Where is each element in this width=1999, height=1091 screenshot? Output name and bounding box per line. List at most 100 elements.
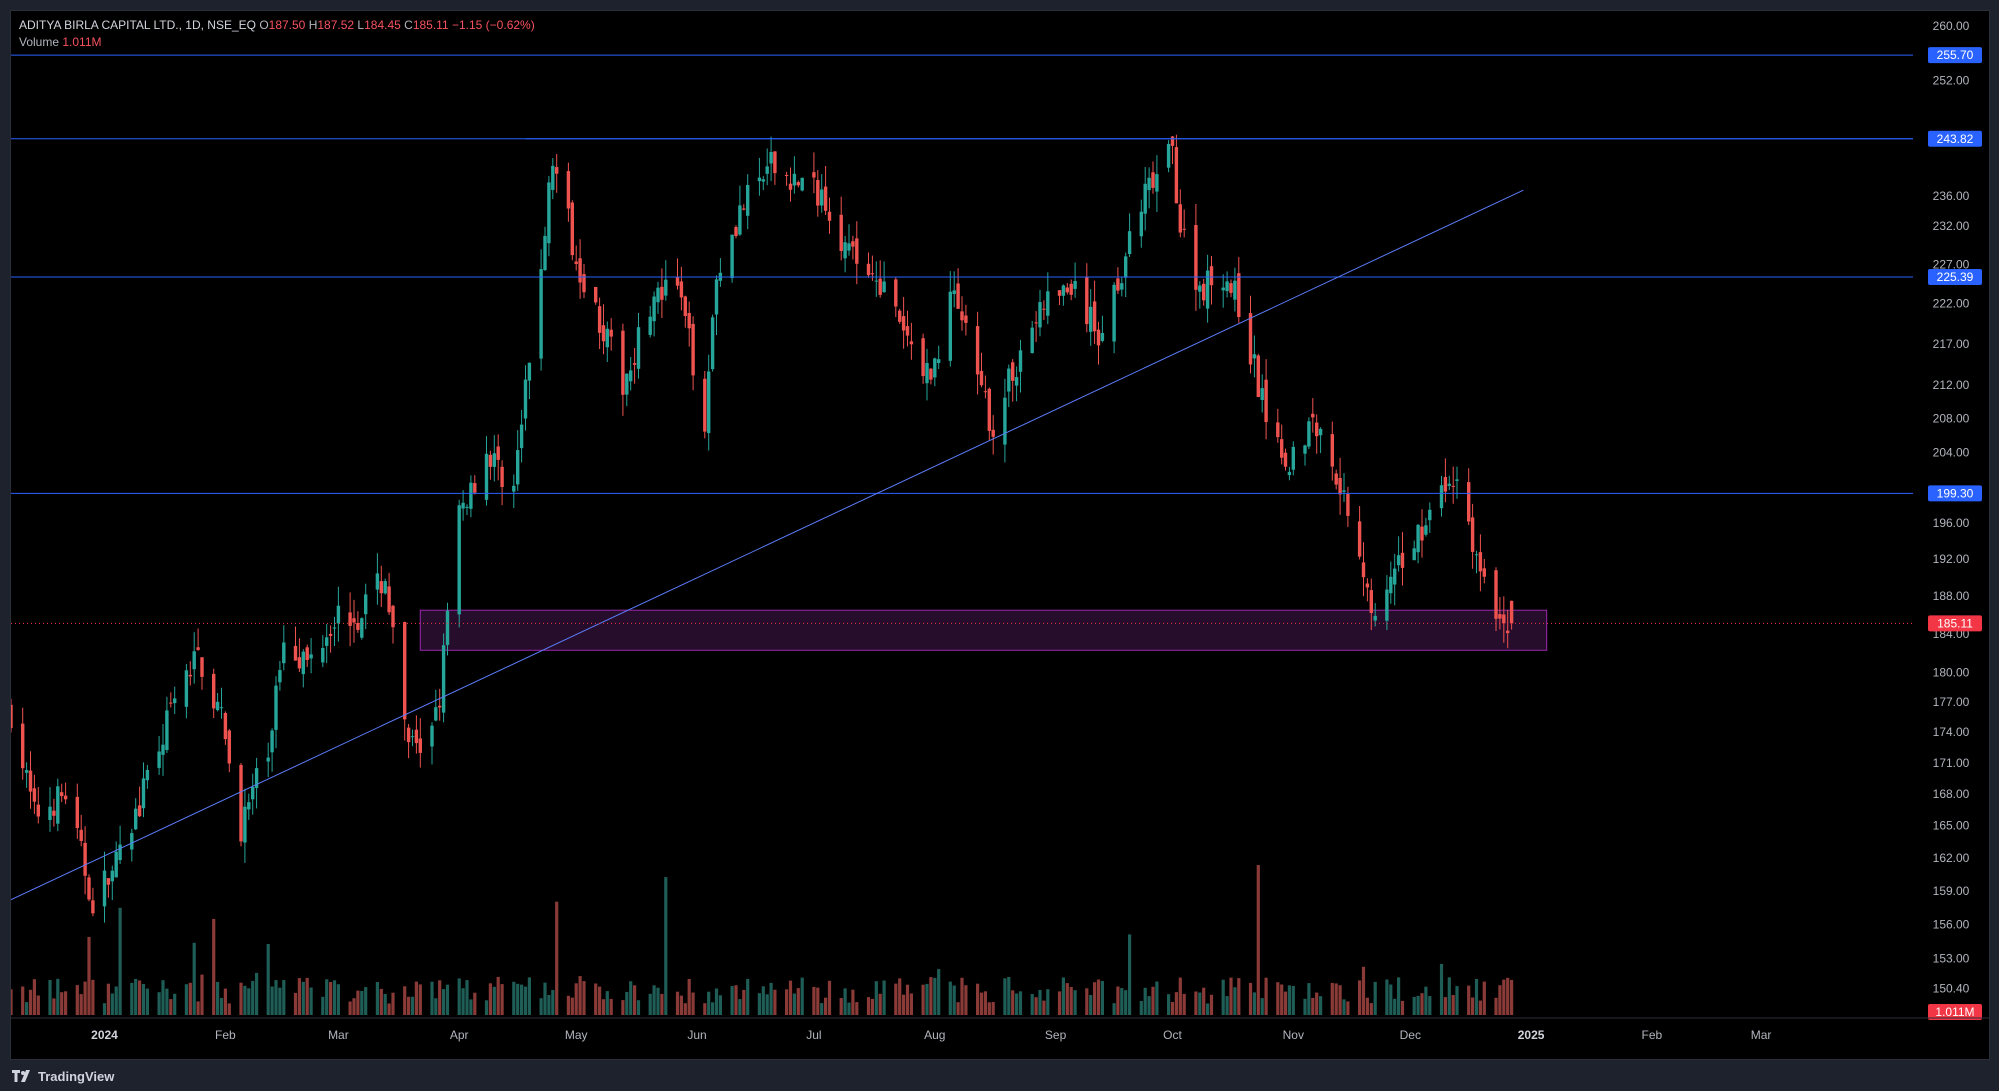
tradingview-brand[interactable]: TradingView bbox=[12, 1068, 114, 1084]
volume-bar bbox=[87, 936, 91, 1015]
drawings[interactable] bbox=[11, 54, 1913, 901]
volume-bar bbox=[703, 1003, 707, 1015]
high-value: 187.52 bbox=[317, 18, 355, 32]
volume-bar bbox=[1015, 993, 1019, 1015]
volume-bar bbox=[570, 997, 574, 1015]
candle-body bbox=[1451, 485, 1455, 487]
volume-bar bbox=[492, 986, 496, 1015]
candle-body bbox=[1003, 397, 1007, 445]
volume-bar bbox=[711, 1002, 715, 1015]
candle-body bbox=[964, 315, 968, 323]
volume-bar bbox=[321, 996, 325, 1015]
volume-bar bbox=[91, 979, 95, 1015]
volume-bar bbox=[1147, 996, 1151, 1015]
candle-body bbox=[1139, 211, 1143, 237]
volume-bar bbox=[32, 979, 36, 1015]
candle-body bbox=[882, 281, 886, 293]
candle-body bbox=[1011, 362, 1015, 381]
candle-body bbox=[816, 180, 820, 206]
low-value: 184.45 bbox=[364, 18, 401, 32]
candle-body bbox=[52, 810, 56, 816]
candle-body bbox=[1467, 482, 1471, 522]
volume-bar bbox=[391, 992, 395, 1015]
volume-bar bbox=[1069, 987, 1073, 1015]
volume-bar bbox=[551, 990, 555, 1015]
candle-body bbox=[738, 205, 742, 235]
volume-bar bbox=[792, 993, 796, 1015]
level-price-tag: 225.39 bbox=[1937, 270, 1974, 284]
trendline bbox=[11, 189, 1524, 901]
volume-bar bbox=[212, 918, 216, 1015]
volume-bar bbox=[800, 977, 804, 1015]
candle-body bbox=[874, 280, 878, 282]
volume-bar bbox=[983, 991, 987, 1015]
volume-bar bbox=[1443, 997, 1447, 1015]
candle-body bbox=[364, 594, 368, 615]
candle-body bbox=[761, 179, 765, 182]
candle-body bbox=[1205, 270, 1210, 309]
volume-bar bbox=[1478, 1000, 1482, 1015]
candle-body bbox=[1369, 590, 1373, 613]
volume-bar bbox=[1276, 982, 1280, 1015]
candle-body bbox=[1385, 589, 1389, 621]
volume-bar bbox=[1034, 997, 1038, 1015]
volume-bar bbox=[52, 998, 56, 1015]
volume-bar bbox=[979, 992, 984, 1015]
volume-bar bbox=[325, 979, 329, 1015]
price-tick-label: 212.00 bbox=[1933, 378, 1970, 392]
demand-zone-layer[interactable] bbox=[419, 609, 1548, 651]
volume-bar bbox=[785, 989, 789, 1015]
symbol-label[interactable]: ADITYA BIRLA CAPITAL LTD., 1D, NSE_EQ bbox=[19, 18, 256, 32]
volume-bar bbox=[1038, 990, 1042, 1015]
volume-bar bbox=[555, 901, 559, 1015]
candle-body bbox=[196, 647, 200, 650]
volume-bar bbox=[902, 994, 906, 1015]
candle-body bbox=[847, 243, 851, 251]
volume-bar bbox=[812, 986, 816, 1015]
chart-canvas[interactable]: 260.00252.00236.00232.00227.00222.00217.… bbox=[11, 11, 1989, 1059]
candle-body bbox=[843, 242, 847, 259]
volume-bar bbox=[473, 992, 477, 1015]
candle-body bbox=[656, 287, 660, 303]
candle-body bbox=[975, 326, 980, 375]
volume-bar bbox=[827, 980, 832, 1015]
candle-body bbox=[1420, 526, 1424, 541]
volume-bar bbox=[1482, 981, 1486, 1015]
volume-bar bbox=[738, 999, 742, 1015]
volume-bar bbox=[1011, 990, 1015, 1015]
candle-body bbox=[516, 450, 520, 485]
candle-body bbox=[251, 787, 255, 800]
volume-bar bbox=[1116, 986, 1120, 1015]
volume-bar bbox=[520, 984, 524, 1015]
volume-bar bbox=[352, 998, 356, 1015]
volume-bar bbox=[1334, 983, 1338, 1015]
candle-body bbox=[1089, 306, 1093, 332]
candle-body bbox=[391, 605, 395, 628]
time-tick-label: Jun bbox=[687, 1028, 706, 1042]
candle-body bbox=[707, 371, 711, 434]
last-volume-tag: 1.011M bbox=[1935, 1005, 1974, 1019]
candle-body bbox=[652, 296, 656, 322]
volume-bar bbox=[75, 985, 79, 1015]
candle-body bbox=[102, 870, 107, 907]
volume-bar bbox=[547, 995, 551, 1015]
volume-bar bbox=[1093, 982, 1097, 1015]
candle-body bbox=[1178, 204, 1182, 233]
volume-label[interactable]: Volume bbox=[19, 35, 59, 49]
candle-body bbox=[457, 505, 461, 615]
candle-body bbox=[1287, 471, 1292, 476]
volume-bar bbox=[956, 1002, 960, 1015]
time-tick-label: Nov bbox=[1283, 1028, 1304, 1042]
candle-body bbox=[321, 648, 325, 663]
demand-zone bbox=[419, 609, 1548, 651]
volume-bar bbox=[1202, 987, 1206, 1015]
candle-body bbox=[683, 296, 687, 316]
candle-body bbox=[625, 373, 629, 395]
volume-bar bbox=[110, 993, 114, 1015]
volume-bar bbox=[1096, 979, 1101, 1015]
volume-bar bbox=[1416, 995, 1420, 1015]
candle-body bbox=[137, 805, 142, 817]
chart-frame[interactable]: 260.00 252.00 236.00 232.00 227.00 222.00 217.… bbox=[10, 10, 1990, 1060]
candle-body bbox=[952, 290, 956, 294]
volume-bar bbox=[1221, 979, 1225, 1015]
